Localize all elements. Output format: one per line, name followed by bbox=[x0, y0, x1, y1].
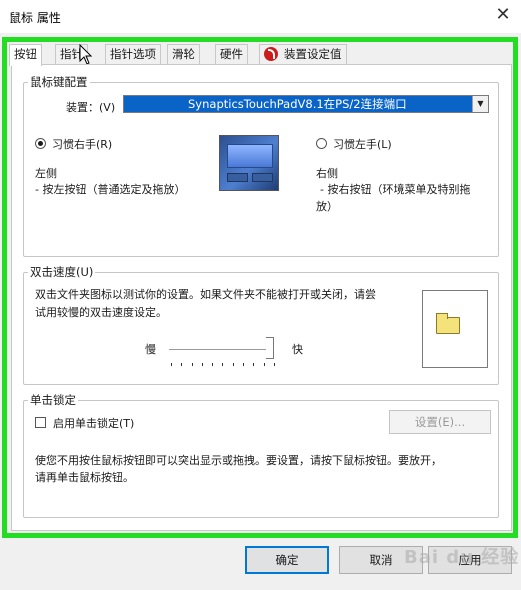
tick bbox=[191, 363, 193, 366]
double-click-desc-cont: 试用较慢的双击速度设定。 bbox=[35, 306, 167, 319]
click-lock-desc-cont: 请再单击鼠标按钮。 bbox=[35, 471, 134, 484]
touchpad-left-button bbox=[227, 173, 248, 182]
touchpad-right-button bbox=[252, 173, 273, 182]
click-lock-desc: 使您不用按住鼠标按钮即可以突出显示或拖拽。要设置，请按下鼠标按钮。要放开， bbox=[35, 454, 442, 467]
folder-icon[interactable] bbox=[436, 313, 460, 334]
fast-label: 快 bbox=[292, 343, 303, 356]
right-side-desc-cont: 放） bbox=[316, 200, 338, 213]
group-title: 双击速度(U) bbox=[30, 265, 94, 279]
tick bbox=[212, 363, 214, 366]
slider-ticks bbox=[171, 363, 275, 367]
title-bar: 鼠标 属性 ✕ bbox=[0, 0, 521, 33]
tab-label: 硬件 bbox=[220, 47, 243, 61]
tick bbox=[263, 363, 265, 366]
mouse-cursor-icon bbox=[79, 44, 93, 65]
device-label: 装置：(V) bbox=[66, 101, 116, 114]
right-side-desc: - 按右按钮（环境菜单及特别拖 bbox=[320, 183, 471, 196]
radio-indicator bbox=[316, 138, 327, 149]
tick bbox=[201, 363, 203, 366]
tab-pointer-options[interactable]: 指针选项 bbox=[105, 44, 161, 65]
tab-label: 装置设定值 bbox=[284, 47, 342, 61]
tab-buttons[interactable]: 按钮 bbox=[9, 44, 42, 66]
right-hand-radio[interactable]: 习惯右手(R) bbox=[35, 136, 112, 152]
click-lock-checkbox[interactable]: 启用单击锁定(T) bbox=[35, 415, 134, 431]
right-side-title: 右侧 bbox=[316, 167, 338, 180]
tick bbox=[171, 363, 172, 366]
radio-indicator bbox=[35, 138, 46, 149]
group-title: 鼠标键配置 bbox=[30, 75, 88, 89]
touchpad-icon bbox=[219, 135, 279, 191]
tab-hardware[interactable]: 硬件 bbox=[215, 44, 248, 65]
radio-label: 习惯右手(R) bbox=[52, 138, 113, 151]
speed-slider-track[interactable] bbox=[169, 349, 273, 351]
ok-button[interactable]: 确定 bbox=[245, 546, 329, 574]
tab-label: 按钮 bbox=[14, 47, 37, 61]
tab-label: 滑轮 bbox=[172, 47, 195, 61]
checkbox-indicator bbox=[35, 417, 46, 428]
radio-label: 习惯左手(L) bbox=[333, 138, 392, 151]
double-click-desc: 双击文件夹图标以测试你的设置。如果文件夹不能被打开或关闭，请尝 bbox=[35, 288, 376, 301]
device-select[interactable]: SynapticsTouchPadV8.1在PS/2连接端口 ▼ bbox=[123, 95, 489, 113]
left-side-desc: - 按左按钮（普通选定及拖放） bbox=[35, 183, 186, 196]
click-lock-settings-button[interactable]: 设置(E)... bbox=[389, 410, 491, 434]
checkbox-label: 启用单击锁定(T) bbox=[53, 417, 135, 430]
watermark-logo: Bai du 经验 bbox=[404, 547, 520, 568]
synaptics-icon bbox=[264, 47, 278, 61]
tab-wheel[interactable]: 滑轮 bbox=[167, 44, 200, 65]
tick bbox=[222, 363, 224, 366]
tab-device-settings[interactable]: 装置设定值 bbox=[259, 44, 347, 65]
tick bbox=[253, 363, 255, 366]
tick bbox=[273, 363, 275, 366]
device-select-value: SynapticsTouchPadV8.1在PS/2连接端口 bbox=[188, 97, 407, 111]
tick bbox=[181, 363, 183, 366]
tick bbox=[243, 363, 245, 366]
tab-label: 指针选项 bbox=[110, 47, 156, 61]
group-title: 单击锁定 bbox=[30, 393, 76, 407]
chevron-down-icon[interactable]: ▼ bbox=[472, 96, 488, 112]
tick bbox=[232, 363, 234, 366]
window-title: 鼠标 属性 bbox=[9, 11, 61, 25]
close-icon[interactable]: ✕ bbox=[489, 0, 517, 30]
touchpad-surface bbox=[227, 144, 273, 168]
slow-label: 慢 bbox=[145, 343, 156, 356]
left-hand-radio[interactable]: 习惯左手(L) bbox=[316, 136, 392, 152]
speed-slider-thumb[interactable] bbox=[266, 337, 274, 359]
left-side-title: 左侧 bbox=[35, 167, 57, 180]
